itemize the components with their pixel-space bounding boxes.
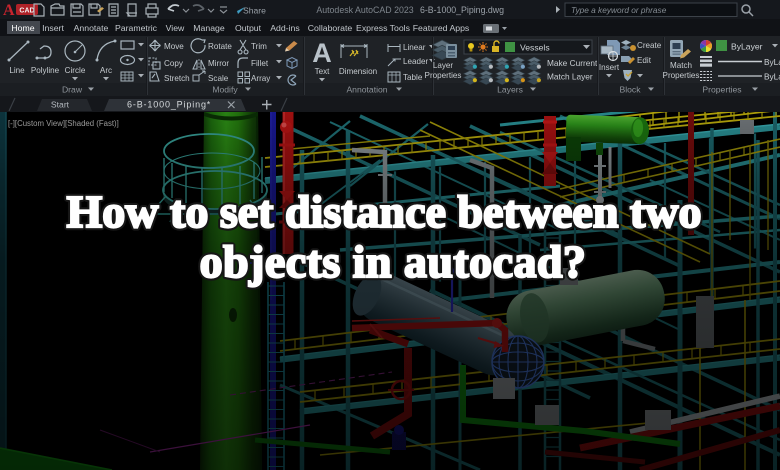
svg-text:Manage: Manage xyxy=(193,23,225,33)
svg-text:Linear: Linear xyxy=(403,43,426,52)
svg-text:Create: Create xyxy=(637,41,662,50)
svg-text:Express Tools: Express Tools xyxy=(356,23,411,33)
svg-text:Polyline: Polyline xyxy=(31,66,60,75)
svg-text:Match Layer: Match Layer xyxy=(547,72,593,82)
svg-text:Make Current: Make Current xyxy=(547,58,598,68)
svg-text:Home: Home xyxy=(11,23,34,33)
svg-text:Properties: Properties xyxy=(425,71,462,80)
svg-text:6-B-1000_Piping.dwg: 6-B-1000_Piping.dwg xyxy=(420,5,504,15)
svg-text:Annotate: Annotate xyxy=(74,23,109,33)
svg-text:Insert: Insert xyxy=(599,63,620,72)
svg-text:Draw: Draw xyxy=(62,85,83,95)
svg-text:Collaborate: Collaborate xyxy=(308,23,353,33)
svg-text:CAD: CAD xyxy=(19,8,34,15)
svg-text:ByLayer: ByLayer xyxy=(731,42,763,52)
svg-text:Block: Block xyxy=(619,85,641,95)
svg-text:Autodesk AutoCAD 2023: Autodesk AutoCAD 2023 xyxy=(316,5,413,15)
svg-text:A: A xyxy=(312,38,332,68)
svg-text:Parametric: Parametric xyxy=(115,23,158,33)
svg-text:[-][Custom View][Shaded (Fast): [-][Custom View][Shaded (Fast)] xyxy=(8,119,119,128)
svg-text:Leader: Leader xyxy=(403,57,429,66)
svg-text:Mirror: Mirror xyxy=(208,59,229,68)
svg-text:objects in autocad?: objects in autocad? xyxy=(200,236,587,287)
svg-text:Line: Line xyxy=(9,66,25,75)
svg-text:ByLay: ByLay xyxy=(764,72,780,82)
svg-text:Stretch: Stretch xyxy=(164,74,190,83)
svg-text:Output: Output xyxy=(235,23,262,33)
svg-text:6-B-1000_Piping*: 6-B-1000_Piping* xyxy=(127,100,211,110)
svg-text:How to set distance between tw: How to set distance between two xyxy=(67,186,702,237)
svg-text:Circle: Circle xyxy=(65,66,86,75)
svg-text:Table: Table xyxy=(403,73,423,82)
svg-text:A: A xyxy=(3,2,15,19)
svg-text:View: View xyxy=(166,23,185,33)
svg-text:Share: Share xyxy=(243,6,266,16)
svg-text:Layer: Layer xyxy=(433,61,454,70)
svg-text:Annotation: Annotation xyxy=(346,85,387,95)
svg-text:Arc: Arc xyxy=(100,66,112,75)
svg-text:Modify: Modify xyxy=(212,85,238,95)
svg-text:Edit: Edit xyxy=(637,56,652,65)
svg-text:Text: Text xyxy=(315,67,331,76)
svg-text:Move: Move xyxy=(164,42,184,51)
svg-text:Featured Apps: Featured Apps xyxy=(413,23,470,33)
svg-text:Array: Array xyxy=(251,74,271,83)
svg-text:Fillet: Fillet xyxy=(251,59,269,68)
svg-text:Properties: Properties xyxy=(663,71,700,80)
svg-text:Trim: Trim xyxy=(251,42,267,51)
svg-text:Layers: Layers xyxy=(497,85,523,95)
svg-text:Add-ins: Add-ins xyxy=(270,23,300,33)
svg-text:Copy: Copy xyxy=(164,59,184,68)
svg-text:Scale: Scale xyxy=(208,74,229,83)
svg-text:Dimension: Dimension xyxy=(339,67,377,76)
svg-text:Match: Match xyxy=(670,61,692,70)
svg-text:ByLay: ByLay xyxy=(764,57,780,67)
svg-text:Insert: Insert xyxy=(42,23,64,33)
svg-text:Vessels: Vessels xyxy=(520,43,550,53)
svg-text:Start: Start xyxy=(51,100,70,110)
svg-text:Properties: Properties xyxy=(702,85,741,95)
svg-text:Rotate: Rotate xyxy=(208,42,232,51)
svg-text:Type a keyword or phrase: Type a keyword or phrase xyxy=(571,5,667,15)
